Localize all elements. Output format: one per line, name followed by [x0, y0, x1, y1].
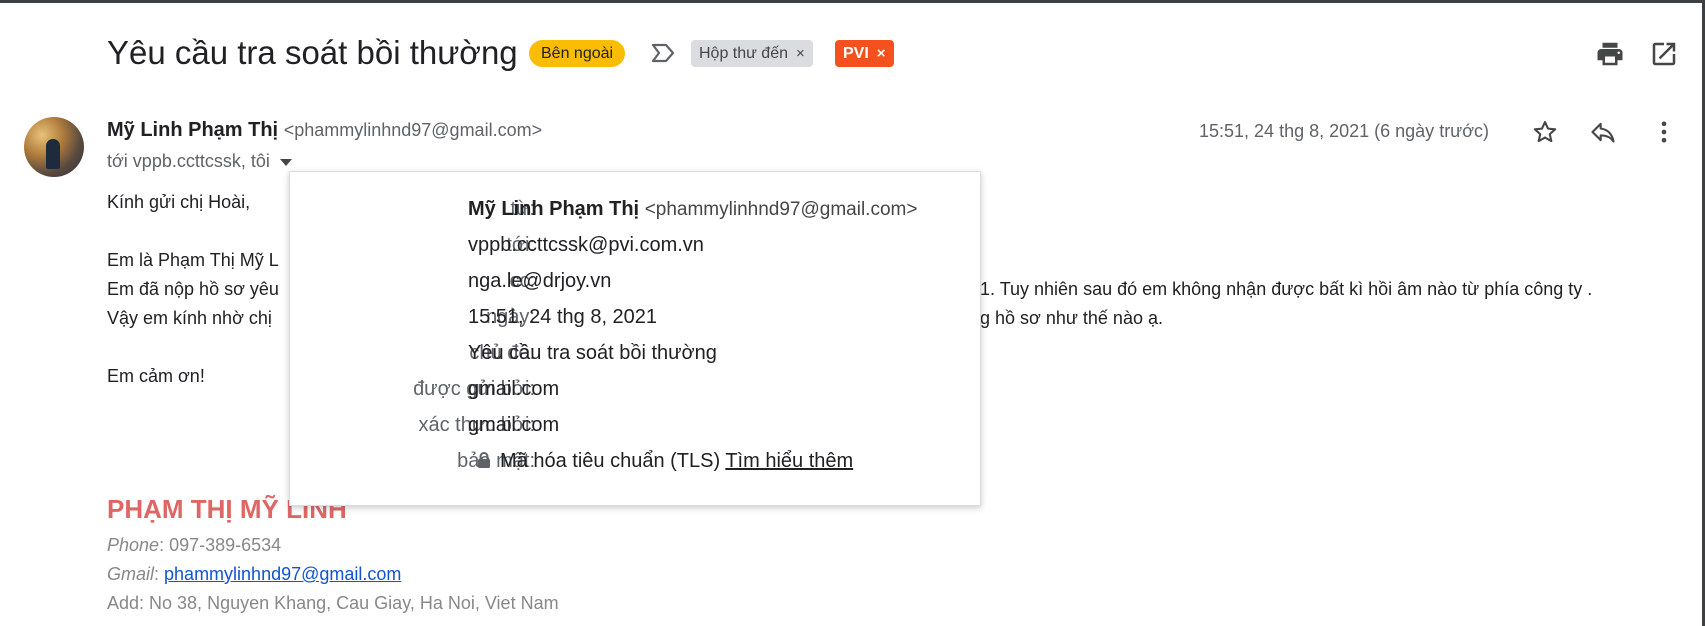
lock-icon — [478, 452, 490, 468]
signature-email-link[interactable]: phammylinhnd97@gmail.com — [164, 564, 401, 584]
external-badge: Bên ngoài — [529, 40, 626, 67]
details-row-signed-by: xác thực bởi: gmail.com — [290, 414, 982, 444]
message-details-popup: từ: Mỹ Linh Phạm Thị <phammylinhnd97@gma… — [289, 171, 981, 506]
sender-name[interactable]: Mỹ Linh Phạm Thị — [107, 119, 278, 141]
signature-gmail-label: Gmail — [107, 564, 155, 584]
learn-more-link[interactable]: Tìm hiểu thêm — [725, 450, 853, 472]
subject-title: Yêu cầu tra soát bồi thường — [107, 34, 518, 71]
details-row-to: tới: vppb.ccttcssk@pvi.com.vn — [290, 234, 982, 264]
signature-address: Add: No 38, Nguyen Khang, Cau Giay, Ha N… — [107, 593, 559, 613]
body-line: Vậy em kính nhờ chị — [107, 308, 272, 328]
body-greeting: Kính gửi chị Hoài, — [107, 192, 251, 212]
security-text: Mã hóa tiêu chuẩn (TLS) — [500, 450, 721, 472]
signature-gmail-separator: : — [154, 564, 165, 584]
label-pvi-text: PVI — [843, 45, 869, 62]
details-value: gmail.com — [468, 414, 560, 436]
show-details-caret-icon[interactable] — [279, 158, 292, 166]
recipients-text: tới vppb.ccttcssk, tôi — [107, 151, 270, 171]
details-value: Mã hóa tiêu chuẩn (TLS) Tìm hiểu thêm — [468, 450, 853, 473]
details-value: nga.le@drjoy.vn — [468, 270, 612, 292]
sender-avatar[interactable] — [24, 117, 84, 177]
details-row-cc: cc: nga.le@drjoy.vn — [290, 270, 982, 300]
body-line-continuation: 1. Tuy nhiên sau đó em không nhận được b… — [980, 279, 1593, 299]
label-pvi[interactable]: PVI × — [835, 40, 894, 67]
print-icon[interactable] — [1595, 39, 1625, 69]
message-date: 15:51, 24 thg 8, 2021 (6 ngày trước) — [1199, 121, 1490, 141]
details-value: 15:51, 24 thg 8, 2021 — [468, 306, 658, 328]
body-thanks: Em cảm ơn! — [107, 366, 205, 386]
signature-phone-number: : 097-389-6534 — [159, 535, 282, 555]
sender-line: Mỹ Linh Phạm Thị <phammylinhnd97@gmail.c… — [107, 119, 542, 142]
remove-label-icon[interactable]: × — [796, 45, 805, 62]
signature-phone: Phone: 097-389-6534 — [107, 535, 281, 556]
remove-label-icon[interactable]: × — [877, 45, 886, 62]
details-row-subject: chủ đề: Yêu cầu tra soát bồi thường — [290, 342, 982, 372]
star-icon[interactable] — [1531, 118, 1559, 146]
important-marker-icon[interactable] — [650, 42, 676, 64]
recipients-line: tới vppb.ccttcssk, tôi — [107, 151, 292, 172]
body-line: Em là Phạm Thị Mỹ L — [107, 250, 279, 270]
reply-icon[interactable] — [1589, 118, 1617, 146]
window-top-border — [0, 0, 1705, 3]
details-value: vppb.ccttcssk@pvi.com.vn — [468, 234, 704, 256]
body-line-continuation: g hồ sơ như thế nào ạ. — [980, 308, 1163, 328]
details-value: Mỹ Linh Phạm Thị <phammylinhnd97@gmail.c… — [468, 198, 917, 221]
details-row-mailed-by: được gửi bởi: gmail.com — [290, 378, 982, 408]
more-vert-icon[interactable] — [1650, 118, 1678, 146]
label-inbox-text: Hộp thư đến — [699, 45, 788, 62]
signature-gmail: Gmail: phammylinhnd97@gmail.com — [107, 564, 401, 585]
avatar-figure — [46, 139, 60, 169]
details-value: Yêu cầu tra soát bồi thường — [468, 342, 717, 364]
label-inbox[interactable]: Hộp thư đến × — [691, 40, 813, 67]
open-in-new-window-icon[interactable] — [1649, 39, 1679, 69]
body-line: Em đã nộp hồ sơ yêu — [107, 279, 279, 299]
signature-phone-label: Phone — [107, 535, 160, 555]
details-sender-name: Mỹ Linh Phạm Thị — [468, 198, 640, 220]
details-sender-email: <phammylinhnd97@gmail.com> — [644, 199, 918, 220]
details-row-security: bảo mật: Mã hóa tiêu chuẩn (TLS) Tìm hiể… — [290, 450, 982, 480]
details-row-from: từ: Mỹ Linh Phạm Thị <phammylinhnd97@gma… — [290, 198, 982, 228]
details-value: gmail.com — [468, 378, 560, 400]
details-row-date: ngày: 15:51, 24 thg 8, 2021 — [290, 306, 982, 336]
sender-email: <phammylinhnd97@gmail.com> — [283, 120, 543, 140]
